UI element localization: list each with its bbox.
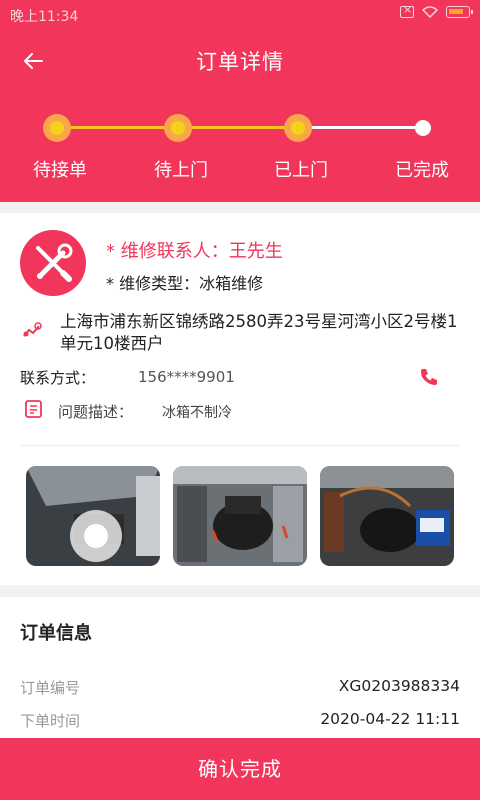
desc-value: 冰箱不制冷 xyxy=(162,405,232,421)
photo-thumbnail-1[interactable] xyxy=(26,466,160,566)
order-info-title: 订单信息 xyxy=(20,623,92,644)
page-title: 订单详情 xyxy=(196,50,284,74)
order-time-value: 2020-04-22 11:11 xyxy=(320,710,460,728)
repair-avatar xyxy=(20,230,86,296)
progress-track-pending xyxy=(297,126,423,129)
step-label-1: 待接单 xyxy=(33,160,87,181)
wifi-icon xyxy=(422,6,438,18)
progress-tracker: 待接单 待上门 已上门 已完成 xyxy=(0,110,480,200)
location-route-icon xyxy=(23,322,42,337)
divider xyxy=(20,445,460,446)
document-icon xyxy=(25,400,42,418)
order-info-card: 订单信息 订单编号 XG0203988334 下单时间 2020-04-22 1… xyxy=(0,597,480,757)
sim-icon xyxy=(400,3,414,18)
status-bar: 晚上11:34 xyxy=(0,0,480,28)
address-text: 上海市浦东新区锦绣路2580弄23号星河湾小区2号楼1单元10楼西户 xyxy=(60,312,458,353)
repair-card: * 维修联系人：王先生 * 维修类型：冰箱维修 上海市浦东新区锦绣路2580弄2… xyxy=(0,213,480,585)
step-label-3: 已上门 xyxy=(274,160,328,181)
order-time-label: 下单时间 xyxy=(20,712,81,730)
confirm-complete-button[interactable]: 确认完成 xyxy=(0,738,480,800)
call-button[interactable] xyxy=(418,366,440,388)
photo-thumbnail-3[interactable] xyxy=(320,466,454,566)
header: 晚上11:34 订单详情 待接单 待上门 已上门 已完成 xyxy=(0,0,480,202)
step-label-2: 待上门 xyxy=(154,160,208,181)
step-dot-2 xyxy=(164,114,192,142)
photo-thumbnail-2[interactable] xyxy=(173,466,307,566)
step-dot-3 xyxy=(284,114,312,142)
order-number-label: 订单编号 xyxy=(20,679,81,697)
phone-icon xyxy=(421,369,437,385)
step-dot-4 xyxy=(415,120,431,136)
wrench-screwdriver-icon xyxy=(36,243,73,282)
desc-label: 问题描述： xyxy=(58,403,134,421)
phone-label: 联系方式： xyxy=(20,369,96,387)
battery-icon xyxy=(446,6,473,18)
step-label-4: 已完成 xyxy=(395,160,449,181)
repair-type: * 维修类型：冰箱维修 xyxy=(106,274,264,293)
status-time: 晚上11:34 xyxy=(10,9,79,25)
order-number-value: XG0203988334 xyxy=(338,677,460,695)
contact-name: * 维修联系人：王先生 xyxy=(106,241,283,262)
phone-value: 156****9901 xyxy=(138,368,235,386)
status-icons xyxy=(400,3,473,18)
step-dot-1 xyxy=(43,114,71,142)
